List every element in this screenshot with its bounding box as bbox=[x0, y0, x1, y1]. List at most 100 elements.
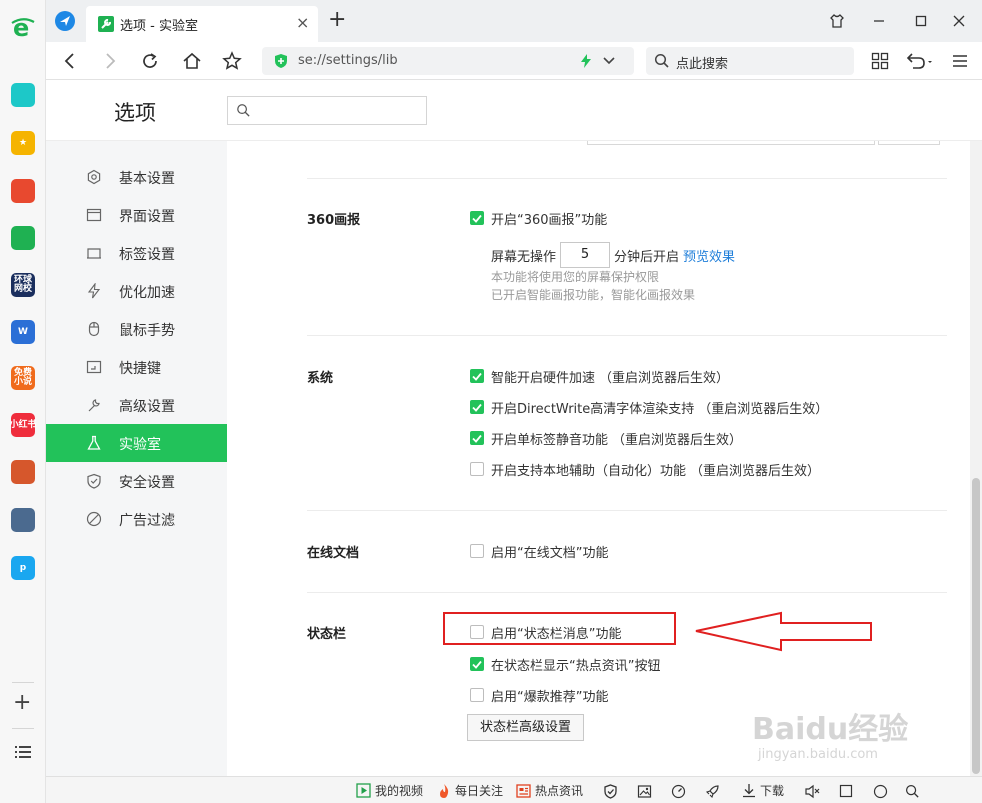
app-news-icon[interactable]: 环球 网校 bbox=[11, 273, 35, 297]
idle-prefix: 屏幕无操作 bbox=[491, 249, 557, 265]
huabao-enable-option[interactable]: 开启“360画报”功能 bbox=[470, 209, 607, 228]
checkbox-option[interactable]: 开启DirectWrite高清字体渲染支持 （重启浏览器后生效） bbox=[470, 398, 828, 417]
app-game1-icon[interactable] bbox=[11, 460, 35, 484]
flask-icon bbox=[86, 435, 102, 451]
sidebar-item[interactable]: 鼠标手势 bbox=[46, 310, 227, 348]
checkbox-option[interactable]: 开启单标签静音功能 （重启浏览器后生效） bbox=[470, 429, 742, 448]
speed-lightning-icon[interactable] bbox=[580, 54, 592, 68]
address-url: se://settings/lib bbox=[298, 53, 398, 68]
sidebar-item[interactable]: 实验室 bbox=[46, 424, 227, 462]
security-shield-icon[interactable] bbox=[602, 783, 618, 799]
idle-minutes-input[interactable]: 5 bbox=[560, 242, 611, 268]
browser-logo-icon[interactable]: e bbox=[10, 14, 36, 42]
keyboard-icon bbox=[86, 359, 102, 375]
tab-settings[interactable]: 选项 - 实验室 × bbox=[86, 6, 318, 42]
checkbox-checked[interactable] bbox=[470, 369, 484, 383]
home-icon[interactable] bbox=[180, 49, 204, 73]
fullscreen-icon[interactable] bbox=[838, 783, 854, 799]
sidebar-item[interactable]: 界面设置 bbox=[46, 196, 227, 234]
sidebar-item[interactable]: 快捷键 bbox=[46, 348, 227, 386]
checkbox-unchecked[interactable] bbox=[470, 688, 484, 702]
checkbox-checked[interactable] bbox=[470, 657, 484, 671]
list-menu-icon[interactable] bbox=[15, 745, 31, 763]
checkbox-checked[interactable] bbox=[470, 211, 484, 225]
option-label: 启用“在线文档”功能 bbox=[491, 545, 609, 561]
checkbox-option[interactable]: 开启支持本地辅助（自动化）功能 （重启浏览器后生效） bbox=[470, 460, 820, 479]
grid-apps-icon[interactable] bbox=[868, 49, 892, 73]
app-health-icon[interactable] bbox=[11, 83, 35, 107]
address-bar[interactable]: se://settings/lib bbox=[262, 47, 634, 75]
checkbox-checked[interactable] bbox=[470, 400, 484, 414]
navigate-compass-icon[interactable] bbox=[54, 10, 76, 32]
news-icon bbox=[516, 783, 531, 798]
sidebar-item[interactable]: 广告过滤 bbox=[46, 500, 227, 538]
online-doc-option[interactable]: 启用“在线文档”功能 bbox=[470, 542, 609, 561]
previous-section-select[interactable] bbox=[587, 141, 875, 145]
status-daily-follow[interactable]: 每日关注 bbox=[437, 782, 503, 799]
search-icon bbox=[654, 53, 670, 69]
close-window-icon[interactable] bbox=[948, 10, 970, 32]
annotation-arrow bbox=[695, 611, 872, 652]
checkbox-unchecked[interactable] bbox=[470, 544, 484, 558]
preview-link[interactable]: 预览效果 bbox=[683, 246, 735, 265]
rail-divider bbox=[12, 682, 34, 683]
watermark-url: jingyan.baidu.com bbox=[758, 747, 878, 762]
main-menu-icon[interactable] bbox=[948, 49, 972, 73]
highlight-annotation-box bbox=[443, 612, 676, 645]
option-label: 开启支持本地辅助（自动化）功能 bbox=[491, 463, 687, 479]
zoom-icon[interactable] bbox=[872, 783, 888, 799]
search-box[interactable]: 点此搜索 bbox=[646, 47, 854, 75]
app-weibo-icon[interactable] bbox=[11, 179, 35, 203]
page-title: 选项 bbox=[114, 101, 156, 125]
status-download[interactable]: 下载 bbox=[742, 782, 784, 799]
checkbox-checked[interactable] bbox=[470, 431, 484, 445]
sidebar-item-label: 安全设置 bbox=[119, 475, 175, 491]
image-icon[interactable] bbox=[636, 783, 652, 799]
checkbox-option[interactable]: 在状态栏显示“热点资讯”按钮 bbox=[470, 655, 660, 674]
app-novel-icon[interactable]: 免费 小说 bbox=[11, 366, 35, 390]
undo-icon[interactable] bbox=[904, 49, 936, 73]
search-placeholder: 点此搜索 bbox=[676, 57, 729, 72]
refresh-icon[interactable] bbox=[138, 49, 162, 73]
add-app-icon[interactable]: + bbox=[13, 690, 31, 715]
sidebar-item[interactable]: 优化加速 bbox=[46, 272, 227, 310]
skin-icon[interactable] bbox=[826, 10, 848, 32]
rocket-icon[interactable] bbox=[704, 783, 720, 799]
app-doc-icon[interactable]: W bbox=[11, 320, 35, 344]
sidebar-item[interactable]: 基本设置 bbox=[46, 158, 227, 196]
checkbox-option[interactable]: 启用“爆款推荐”功能 bbox=[470, 686, 609, 705]
previous-section-button[interactable] bbox=[878, 141, 940, 145]
minimize-icon[interactable] bbox=[868, 10, 890, 32]
tab-close-icon[interactable]: × bbox=[296, 13, 309, 32]
checkbox-option[interactable]: 智能开启硬件加速 （重启浏览器后生效） bbox=[470, 367, 730, 386]
sidebar-item[interactable]: 安全设置 bbox=[46, 462, 227, 500]
app-xiaohongshu-icon[interactable]: 小红书 bbox=[10, 413, 37, 437]
new-tab-button[interactable]: + bbox=[328, 7, 346, 32]
app-mail-icon[interactable] bbox=[11, 226, 35, 250]
forward-icon[interactable] bbox=[98, 49, 122, 73]
navigation-bar: se://settings/lib 点此搜索 bbox=[46, 42, 982, 80]
sidebar-item-label: 鼠标手势 bbox=[119, 323, 175, 339]
app-p-icon[interactable]: p bbox=[11, 556, 35, 580]
statusbar-advanced-button[interactable]: 状态栏高级设置 bbox=[467, 714, 584, 741]
settings-header: 选项 bbox=[46, 80, 982, 141]
status-my-video[interactable]: 我的视频 bbox=[356, 782, 423, 799]
app-favorites-icon[interactable]: ★ bbox=[11, 131, 35, 155]
back-icon[interactable] bbox=[58, 49, 82, 73]
checkbox-unchecked[interactable] bbox=[470, 462, 484, 476]
mute-speaker-icon[interactable] bbox=[804, 783, 820, 799]
chevron-down-icon[interactable] bbox=[602, 55, 616, 67]
speed-gauge-icon[interactable] bbox=[670, 783, 686, 799]
option-label: 启用“爆款推荐”功能 bbox=[491, 689, 609, 705]
favorite-star-icon[interactable] bbox=[220, 49, 244, 73]
status-hot-news[interactable]: 热点资讯 bbox=[516, 782, 583, 799]
sidebar-item[interactable]: 高级设置 bbox=[46, 386, 227, 424]
sidebar-item-label: 优化加速 bbox=[119, 285, 175, 301]
option-hint: （重启浏览器后生效） bbox=[599, 370, 730, 386]
settings-search-input[interactable] bbox=[227, 96, 427, 125]
app-game2-icon[interactable] bbox=[11, 508, 35, 532]
search-icon[interactable] bbox=[904, 783, 920, 799]
sidebar-item[interactable]: 标签设置 bbox=[46, 234, 227, 272]
scrollbar-thumb[interactable] bbox=[972, 478, 980, 774]
maximize-icon[interactable] bbox=[910, 10, 932, 32]
